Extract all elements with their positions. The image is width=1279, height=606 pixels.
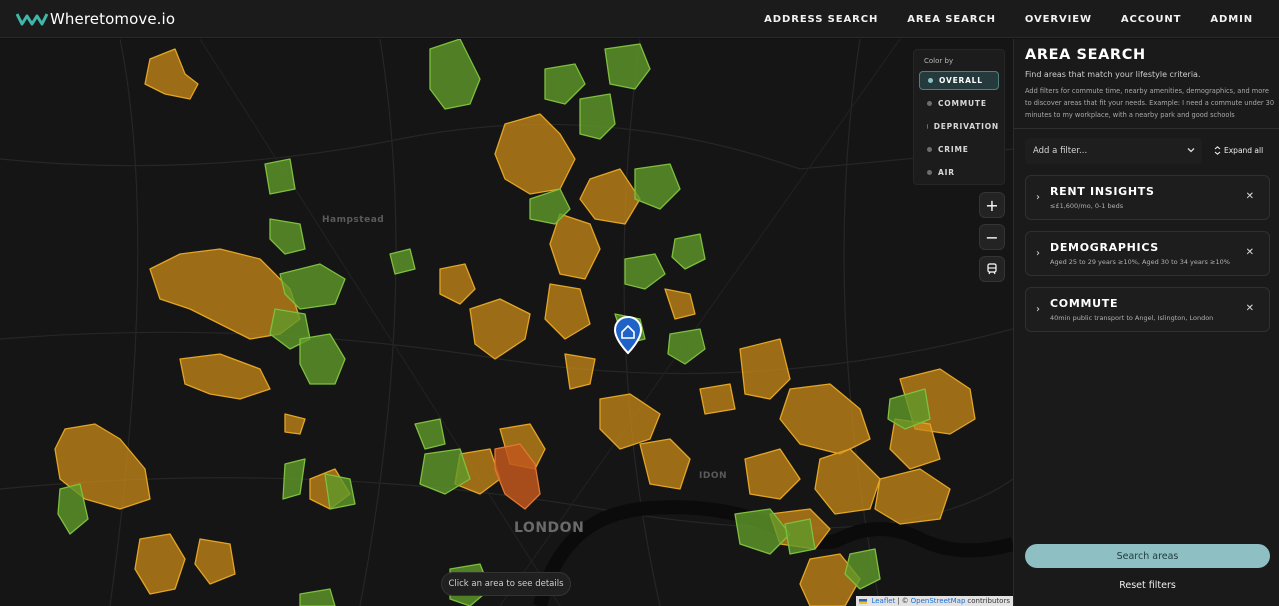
- panel-divider: [1014, 128, 1279, 129]
- map-label-hampstead: Hampstead: [322, 215, 385, 225]
- attribution-separator: |: [897, 597, 900, 605]
- radio-dot-icon: [927, 124, 928, 129]
- color-by-option-crime[interactable]: CRIME: [919, 140, 999, 159]
- add-filter-placeholder: Add a filter...: [1033, 146, 1088, 156]
- expand-all-label: Expand all: [1224, 146, 1264, 155]
- search-areas-button[interactable]: Search areas: [1025, 544, 1270, 568]
- expand-all-button[interactable]: Expand all: [1214, 146, 1263, 155]
- color-by-option-label: OVERALL: [939, 76, 983, 85]
- map-canvas[interactable]: Hampstead LONDON IDON Color by OVERALL C…: [0, 39, 1013, 606]
- panel-description: Add filters for commute time, nearby ame…: [1025, 87, 1275, 119]
- nav-overview[interactable]: OVERVIEW: [1025, 14, 1092, 25]
- close-icon[interactable]: ✕: [1246, 247, 1254, 258]
- color-by-panel: Color by OVERALL COMMUTE DEPRIVATION CRI…: [913, 49, 1005, 185]
- map-label-idon: IDON: [699, 471, 728, 481]
- filter-card-demographics[interactable]: › DEMOGRAPHICS Aged 25 to 29 years ≥10%,…: [1025, 231, 1270, 276]
- color-by-option-air[interactable]: AIR: [919, 163, 999, 182]
- close-icon[interactable]: ✕: [1246, 303, 1254, 314]
- filter-name: DEMOGRAPHICS: [1050, 241, 1159, 254]
- color-by-option-overall[interactable]: OVERALL: [919, 71, 999, 90]
- filter-card-rent-insights[interactable]: › RENT INSIGHTS ≤£1,600/mo, 0-1 beds ✕: [1025, 175, 1270, 220]
- brand-name: Wheretomove.io: [50, 9, 176, 28]
- radio-dot-icon: [927, 101, 932, 106]
- close-icon[interactable]: ✕: [1246, 191, 1254, 202]
- nav-account[interactable]: ACCOUNT: [1121, 14, 1182, 25]
- filter-detail: ≤£1,600/mo, 0-1 beds: [1050, 202, 1124, 210]
- leaflet-link[interactable]: Leaflet: [871, 597, 895, 605]
- map-label-london: LONDON: [514, 520, 585, 536]
- filter-detail: Aged 25 to 29 years ≥10%, Aged 30 to 34 …: [1050, 258, 1230, 266]
- plus-icon: +: [985, 195, 999, 215]
- add-filter-select[interactable]: Add a filter...: [1025, 138, 1202, 164]
- transit-layer-button[interactable]: [979, 256, 1005, 282]
- radio-dot-icon: [928, 78, 933, 83]
- panel-subtitle: Find areas that match your lifestyle cri…: [1025, 70, 1201, 79]
- chevron-right-icon[interactable]: ›: [1036, 192, 1040, 203]
- chevron-down-icon: [1187, 148, 1195, 153]
- nav-address-search[interactable]: ADDRESS SEARCH: [764, 14, 878, 25]
- chevron-right-icon[interactable]: ›: [1036, 248, 1040, 259]
- panel-title: AREA SEARCH: [1025, 47, 1146, 63]
- ukraine-flag-icon: [859, 598, 868, 604]
- map-hint: Click an area to see details: [441, 572, 571, 596]
- color-by-option-deprivation[interactable]: DEPRIVATION: [919, 117, 999, 136]
- color-by-option-label: COMMUTE: [938, 99, 987, 108]
- chevron-right-icon[interactable]: ›: [1036, 304, 1040, 315]
- nav-area-search[interactable]: AREA SEARCH: [907, 14, 996, 25]
- color-by-option-label: AIR: [938, 168, 955, 177]
- nav-admin[interactable]: ADMIN: [1210, 14, 1253, 25]
- filter-name: COMMUTE: [1050, 297, 1119, 310]
- attribution-copyright: ©: [901, 597, 909, 605]
- top-navigation-bar: Wheretomove.io ADDRESS SEARCH AREA SEARC…: [0, 0, 1279, 38]
- zoom-in-button[interactable]: +: [979, 192, 1005, 218]
- area-search-panel: AREA SEARCH Find areas that match your l…: [1013, 39, 1279, 606]
- radio-dot-icon: [927, 147, 932, 152]
- main-nav: ADDRESS SEARCH AREA SEARCH OVERVIEW ACCO…: [764, 0, 1253, 38]
- brand-logo-icon: [16, 12, 48, 25]
- reset-filters-button[interactable]: Reset filters: [1025, 576, 1270, 594]
- attribution-contributors: contributors: [967, 597, 1010, 605]
- color-by-option-commute[interactable]: COMMUTE: [919, 94, 999, 113]
- map-tiles: [0, 39, 1013, 606]
- color-by-title: Color by: [924, 57, 954, 65]
- openstreetmap-link[interactable]: OpenStreetMap: [911, 597, 966, 605]
- map-attribution: Leaflet | © OpenStreetMap contributors: [856, 596, 1013, 606]
- radio-dot-icon: [927, 170, 932, 175]
- expand-icon: [1214, 146, 1221, 155]
- train-icon: [987, 263, 997, 275]
- color-by-option-label: DEPRIVATION: [933, 122, 999, 131]
- filter-detail: 40min public transport to Angel, Islingt…: [1050, 314, 1214, 322]
- zoom-out-button[interactable]: −: [979, 224, 1005, 250]
- color-by-option-label: CRIME: [938, 145, 969, 154]
- filter-card-commute[interactable]: › COMMUTE 40min public transport to Ange…: [1025, 287, 1270, 332]
- filter-name: RENT INSIGHTS: [1050, 185, 1155, 198]
- brand-logo-link[interactable]: Wheretomove.io: [16, 10, 175, 28]
- minus-icon: −: [985, 227, 999, 247]
